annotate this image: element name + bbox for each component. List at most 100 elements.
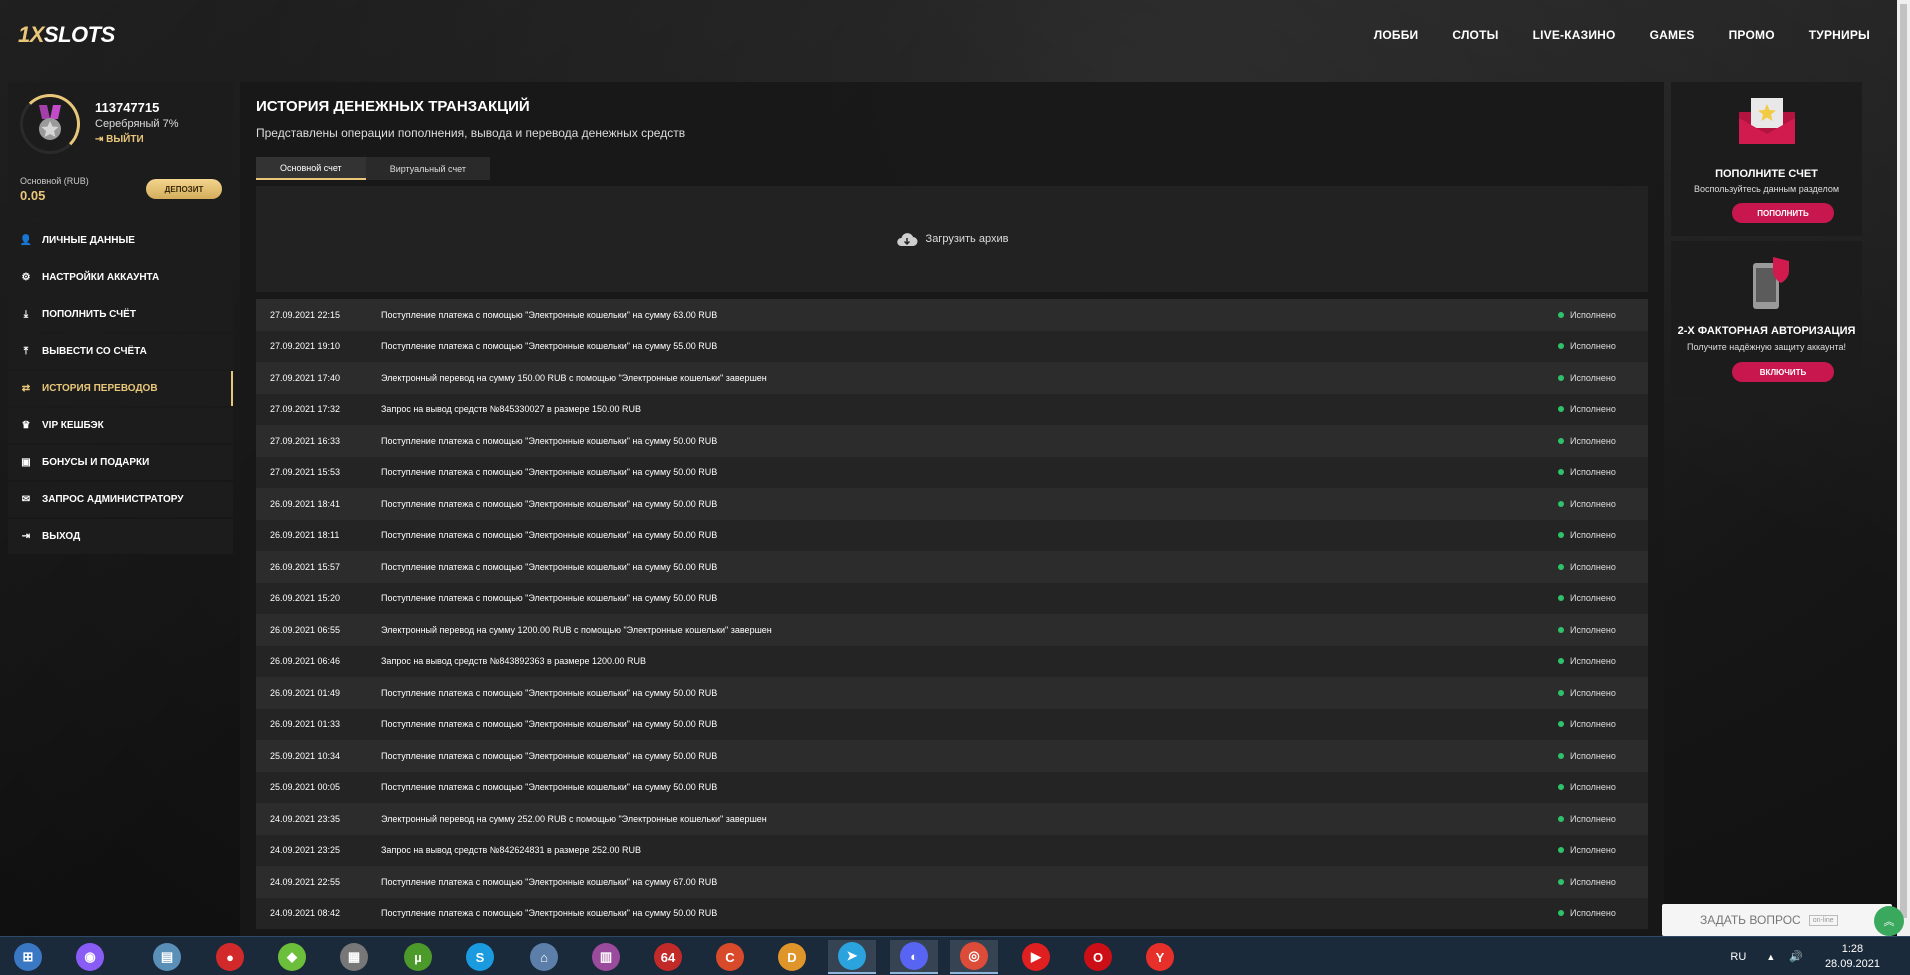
menu-item-1[interactable]: 👤 ЛИЧНЫЕ ДАННЫЕ bbox=[8, 223, 233, 258]
logout-link[interactable]: ⇥ ВЫЙТИ bbox=[95, 134, 144, 145]
skype-icon: S bbox=[466, 943, 494, 971]
taskbar-app[interactable]: ▦ bbox=[330, 940, 378, 974]
avatar[interactable] bbox=[20, 94, 80, 154]
status-label: Исполнено bbox=[1570, 467, 1616, 478]
menu-item-9[interactable]: ⇥ ВЫХОД bbox=[8, 519, 233, 554]
taskbar-app[interactable]: ◐ bbox=[890, 940, 938, 974]
site-header: 1XSLOTS ЛОББИ СЛОТЫ LIVE-КАЗИНО GAMES ПР… bbox=[0, 0, 1910, 72]
transaction-status: Исполнено bbox=[1558, 562, 1648, 572]
taskbar-app[interactable]: 64 bbox=[644, 940, 692, 974]
table-row: 27.09.2021 17:40 Электронный перевод на с… bbox=[256, 362, 1648, 394]
menu-item-8[interactable]: ✉ ЗАПРОС АДМИНИСТРАТОРУ bbox=[8, 482, 233, 517]
archive-download[interactable]: Загрузить архив bbox=[256, 186, 1648, 292]
nav-games[interactable]: GAMES bbox=[1650, 28, 1695, 42]
taskbar-app[interactable]: S bbox=[456, 940, 504, 974]
logo-part-1: 1X bbox=[18, 22, 44, 47]
nav-tournaments[interactable]: ТУРНИРЫ bbox=[1809, 28, 1870, 42]
nav-slots[interactable]: СЛОТЫ bbox=[1452, 28, 1498, 42]
system-clock[interactable]: 1:28 28.09.2021 bbox=[1825, 942, 1880, 972]
nav-lobby[interactable]: ЛОББИ bbox=[1374, 28, 1419, 42]
taskbar-app[interactable]: ◎ bbox=[950, 940, 998, 974]
taskbar-app[interactable]: ▤ bbox=[143, 940, 191, 974]
transaction-status: Исполнено bbox=[1558, 341, 1648, 351]
chevron-up-icon[interactable]: ︽ bbox=[1874, 906, 1904, 936]
transaction-date: 27.09.2021 22:15 bbox=[270, 309, 341, 320]
tab-main-account[interactable]: Основной счет bbox=[256, 157, 366, 180]
download-icon: ⤓ bbox=[23, 309, 29, 320]
archive-icon: ▦ bbox=[340, 943, 368, 971]
transaction-date: 27.09.2021 17:40 bbox=[270, 372, 341, 383]
menu-item-label: ИСТОРИЯ ПЕРЕВОДОВ bbox=[42, 383, 158, 394]
taskbar-app[interactable]: C bbox=[706, 940, 754, 974]
ask-question-widget[interactable]: ЗАДАТЬ ВОПРОС on-line ︽ bbox=[1662, 904, 1904, 936]
menu-item-4[interactable]: ⤒ ВЫВЕСТИ СО СЧЁТА bbox=[8, 334, 233, 369]
tray-expand-icon[interactable]: ▲ bbox=[1766, 952, 1775, 962]
ccleaner-icon: C bbox=[716, 943, 744, 971]
table-row: 26.09.2021 15:57 Поступление платежа с по… bbox=[256, 551, 1648, 583]
menu-item-2[interactable]: ⚙ НАСТРОЙКИ АККАУНТА bbox=[8, 260, 233, 295]
status-label: Исполнено bbox=[1570, 309, 1616, 320]
status-label: Исполнено bbox=[1570, 530, 1616, 541]
status-dot-icon bbox=[1558, 847, 1564, 854]
taskbar-app[interactable]: Y bbox=[1136, 940, 1184, 974]
status-label: Исполнено bbox=[1570, 656, 1616, 667]
tab-virtual-account[interactable]: Виртуальный счет bbox=[365, 157, 490, 180]
language-indicator[interactable]: RU bbox=[1730, 951, 1746, 963]
transaction-date: 27.09.2021 15:53 bbox=[270, 467, 341, 478]
table-row: 25.09.2021 10:34 Поступление платежа с по… bbox=[256, 740, 1648, 772]
exit-icon: ⇥ bbox=[21, 531, 31, 542]
nav-promo[interactable]: ПРОМО bbox=[1729, 28, 1775, 42]
status-label: Исполнено bbox=[1570, 687, 1616, 698]
transaction-description: Поступление платежа с помощью "Электронн… bbox=[381, 593, 718, 604]
transaction-status: Исполнено bbox=[1558, 530, 1648, 540]
user-icon: 👤 bbox=[19, 235, 33, 246]
record-icon: ● bbox=[216, 943, 244, 971]
twofa-enable-button[interactable]: ВКЛЮЧИТЬ bbox=[1732, 362, 1834, 382]
winrar-icon: ▥ bbox=[592, 943, 620, 971]
menu-item-5[interactable]: ⇄ ИСТОРИЯ ПЕРЕВОДОВ bbox=[8, 371, 233, 406]
system-tray: RU ▲ 🔊 1:28 28.09.2021 bbox=[1730, 937, 1910, 975]
transaction-status: Исполнено bbox=[1558, 845, 1648, 855]
status-label: Исполнено bbox=[1570, 719, 1616, 730]
status-dot-icon bbox=[1558, 437, 1564, 444]
taskbar-app[interactable]: O bbox=[1074, 940, 1122, 974]
phone-shield-icon bbox=[1753, 257, 1789, 309]
clock-time: 1:28 bbox=[1841, 942, 1864, 955]
site-logo[interactable]: 1XSLOTS bbox=[18, 22, 115, 48]
transaction-date: 25.09.2021 00:05 bbox=[270, 782, 341, 793]
taskbar-app[interactable]: ▥ bbox=[582, 940, 630, 974]
status-label: Исполнено bbox=[1570, 782, 1616, 793]
transaction-date: 26.09.2021 18:41 bbox=[270, 498, 341, 509]
menu-item-3[interactable]: ⤓ ПОПОЛНИТЬ СЧЁТ bbox=[8, 297, 233, 332]
nav-live-casino[interactable]: LIVE-КАЗИНО bbox=[1533, 28, 1616, 42]
twofa-promo-card: 2-Х ФАКТОРНАЯ АВТОРИЗАЦИЯ Получите надёж… bbox=[1671, 241, 1862, 396]
transaction-date: 26.09.2021 15:20 bbox=[270, 593, 341, 604]
status-dot-icon bbox=[1558, 752, 1564, 759]
taskbar-app[interactable]: ⊞ bbox=[4, 940, 52, 974]
table-row: 24.09.2021 08:42 Поступление платежа с по… bbox=[256, 897, 1648, 929]
transaction-date: 25.09.2021 10:34 bbox=[270, 750, 341, 761]
status-dot-icon bbox=[1558, 658, 1564, 665]
aida64-icon: 64 bbox=[654, 943, 682, 971]
taskbar-app[interactable]: ● bbox=[206, 940, 254, 974]
taskbar-app[interactable]: D bbox=[768, 940, 816, 974]
transaction-description: Запрос на вывод средств №842624831 в раз… bbox=[381, 845, 642, 856]
taskbar-app[interactable]: ◉ bbox=[66, 940, 114, 974]
deposit-promo-button[interactable]: ПОПОЛНИТЬ bbox=[1732, 203, 1834, 223]
taskbar-app[interactable]: µ bbox=[394, 940, 442, 974]
deposit-button[interactable]: ДЕПОЗИТ bbox=[146, 179, 222, 199]
status-dot-icon bbox=[1558, 595, 1564, 602]
taskbar-app[interactable]: ◆ bbox=[268, 940, 316, 974]
scrollbar-thumb[interactable] bbox=[1900, 4, 1907, 918]
table-row: 26.09.2021 01:33 Поступление платежа с по… bbox=[256, 708, 1648, 740]
transaction-description: Поступление платежа с помощью "Электронн… bbox=[381, 687, 718, 698]
menu-item-7[interactable]: ▣ БОНУСЫ И ПОДАРКИ bbox=[8, 445, 233, 480]
taskbar-app[interactable]: ⌂ bbox=[520, 940, 568, 974]
taskbar-app[interactable]: ➤ bbox=[828, 940, 876, 974]
taskbar-app[interactable]: ▶ bbox=[1012, 940, 1060, 974]
volume-icon[interactable]: 🔊 bbox=[1789, 950, 1803, 963]
page-scrollbar[interactable] bbox=[1897, 0, 1910, 936]
menu-item-6[interactable]: ♛ VIP КЕШБЭК bbox=[8, 408, 233, 443]
transaction-description: Поступление платежа с помощью "Электронн… bbox=[381, 435, 718, 446]
main-nav: ЛОББИ СЛОТЫ LIVE-КАЗИНО GAMES ПРОМО ТУРН… bbox=[1374, 28, 1870, 42]
